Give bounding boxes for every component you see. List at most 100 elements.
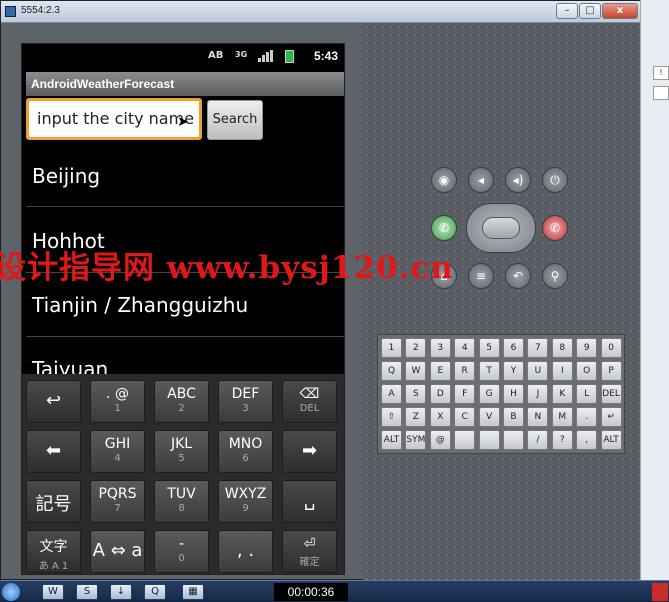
hw-key[interactable]: 0	[600, 338, 622, 358]
hw-key[interactable]: T	[478, 361, 500, 381]
hw-key[interactable]: ,	[576, 430, 598, 450]
search-icon[interactable]: ⚲	[542, 263, 568, 289]
qq-icon[interactable]: Q	[144, 584, 166, 600]
hw-key[interactable]: G	[478, 384, 500, 404]
key-sublabel: 5	[178, 453, 185, 464]
hw-key[interactable]: 5	[478, 338, 500, 358]
camera-icon[interactable]: ◉	[431, 167, 457, 193]
hw-key[interactable]	[454, 430, 476, 450]
hw-key[interactable]	[503, 430, 524, 450]
hw-key[interactable]: K	[551, 384, 573, 404]
hw-key[interactable]: 8	[551, 338, 573, 358]
hw-key[interactable]: 6	[503, 338, 524, 358]
hw-key[interactable]: V	[478, 407, 500, 427]
hw-key[interactable]: 4	[454, 338, 476, 358]
word-icon[interactable]: W	[42, 584, 64, 600]
mno-key[interactable]: MNO 6	[218, 430, 273, 473]
hw-key[interactable]: /	[527, 430, 549, 450]
hw-key[interactable]: A	[381, 384, 402, 404]
volume-up-icon[interactable]: ◂)	[505, 167, 531, 193]
comma-period-key[interactable]: , .	[218, 530, 273, 573]
abc-key[interactable]: ABC 2	[154, 380, 209, 423]
hw-key[interactable]: M	[551, 407, 573, 427]
hw-key[interactable]: 7	[527, 338, 549, 358]
desktop-icon[interactable]: !	[653, 66, 669, 80]
calculator-icon[interactable]: ▦	[182, 584, 204, 600]
tray-icon[interactable]	[652, 583, 668, 601]
confirm-key[interactable]: ⏎ 確定	[282, 530, 337, 573]
zero-key[interactable]: -0	[154, 530, 209, 573]
case-toggle-key[interactable]: A ⇔ a	[90, 530, 145, 573]
back-icon[interactable]: ↶	[505, 263, 531, 289]
hw-key[interactable]: Q	[381, 361, 402, 381]
jkl-key[interactable]: JKL 5	[154, 430, 209, 473]
city-search-input[interactable]: input the city name	[26, 98, 202, 140]
hw-key[interactable]: S	[405, 384, 427, 404]
minimize-button[interactable]: –	[556, 3, 578, 19]
hw-key[interactable]: J	[527, 384, 549, 404]
app-icon[interactable]: S	[76, 584, 98, 600]
search-button[interactable]: Search	[207, 100, 263, 140]
power-icon[interactable]: ⏻	[542, 167, 568, 193]
hw-key[interactable]: ↵	[600, 407, 622, 427]
start-button[interactable]	[2, 583, 20, 601]
hw-key[interactable]: SYM	[405, 430, 427, 450]
delete-key[interactable]: ⌫ DEL	[282, 380, 337, 423]
hw-key[interactable]: H	[503, 384, 524, 404]
hw-key[interactable]: D	[429, 384, 451, 404]
hw-key[interactable]: ALT	[381, 430, 402, 450]
end-call-icon[interactable]: ✆	[542, 215, 568, 241]
input-mode-key[interactable]: 文字あ A 1	[26, 530, 81, 573]
hw-key[interactable]: ALT	[600, 430, 622, 450]
wxyz-key[interactable]: WXYZ 9	[218, 480, 273, 523]
hw-key[interactable]: W	[405, 361, 427, 381]
pqrs-key[interactable]: PQRS 7	[90, 480, 145, 523]
hw-key[interactable]: 2	[405, 338, 427, 358]
hw-key[interactable]	[478, 430, 500, 450]
hw-key[interactable]: 1	[381, 338, 402, 358]
hw-key[interactable]: X	[429, 407, 451, 427]
dpad-center-button[interactable]	[482, 217, 520, 239]
city-item-tianjin[interactable]: Tianjin / Zhangguizhu	[32, 293, 248, 317]
window-title: 5554:2.3	[21, 5, 60, 16]
ghi-key[interactable]: GHI 4	[90, 430, 145, 473]
hw-key[interactable]: Z	[405, 407, 427, 427]
hw-key[interactable]: R	[454, 361, 476, 381]
enter-key[interactable]: ↩	[26, 380, 81, 423]
key-sublabel: 1	[114, 403, 121, 414]
hw-key[interactable]: 9	[576, 338, 598, 358]
hw-key[interactable]: N	[527, 407, 549, 427]
hw-key[interactable]: I	[551, 361, 573, 381]
hw-key[interactable]: 3	[429, 338, 451, 358]
hw-key[interactable]: L	[576, 384, 598, 404]
left-arrow-key[interactable]: ⬅	[26, 430, 81, 473]
volume-down-icon[interactable]: ◂	[468, 167, 494, 193]
hw-key[interactable]: F	[454, 384, 476, 404]
hw-key[interactable]: @	[429, 430, 451, 450]
hw-key[interactable]: C	[454, 407, 476, 427]
hw-key[interactable]: ⇧	[381, 407, 402, 427]
punct-key[interactable]: . @1	[90, 380, 145, 423]
hw-key[interactable]: P	[600, 361, 622, 381]
tuv-key[interactable]: TUV 8	[154, 480, 209, 523]
key-label: ⬅	[45, 440, 62, 461]
maximize-button[interactable]: □	[579, 3, 601, 19]
hw-key[interactable]: E	[429, 361, 451, 381]
hw-key[interactable]: .	[576, 407, 598, 427]
city-item-beijing[interactable]: Beijing	[32, 164, 100, 188]
hw-key[interactable]: Y	[503, 361, 524, 381]
call-icon[interactable]: ✆	[431, 215, 457, 241]
hw-key[interactable]: DEL	[600, 384, 622, 404]
space-key[interactable]: ␣	[282, 480, 337, 523]
menu-icon[interactable]: ≡	[468, 263, 494, 289]
hw-key[interactable]: U	[527, 361, 549, 381]
def-key[interactable]: DEF 3	[218, 380, 273, 423]
right-arrow-key[interactable]: ➡	[282, 430, 337, 473]
close-button[interactable]: x	[602, 3, 638, 19]
hw-key[interactable]: ?	[551, 430, 573, 450]
hw-key[interactable]: B	[503, 407, 524, 427]
hw-key[interactable]: O	[576, 361, 598, 381]
symbol-key[interactable]: 記号	[26, 480, 81, 523]
download-icon[interactable]: ↓	[110, 584, 132, 600]
desktop-icon[interactable]	[653, 86, 669, 100]
